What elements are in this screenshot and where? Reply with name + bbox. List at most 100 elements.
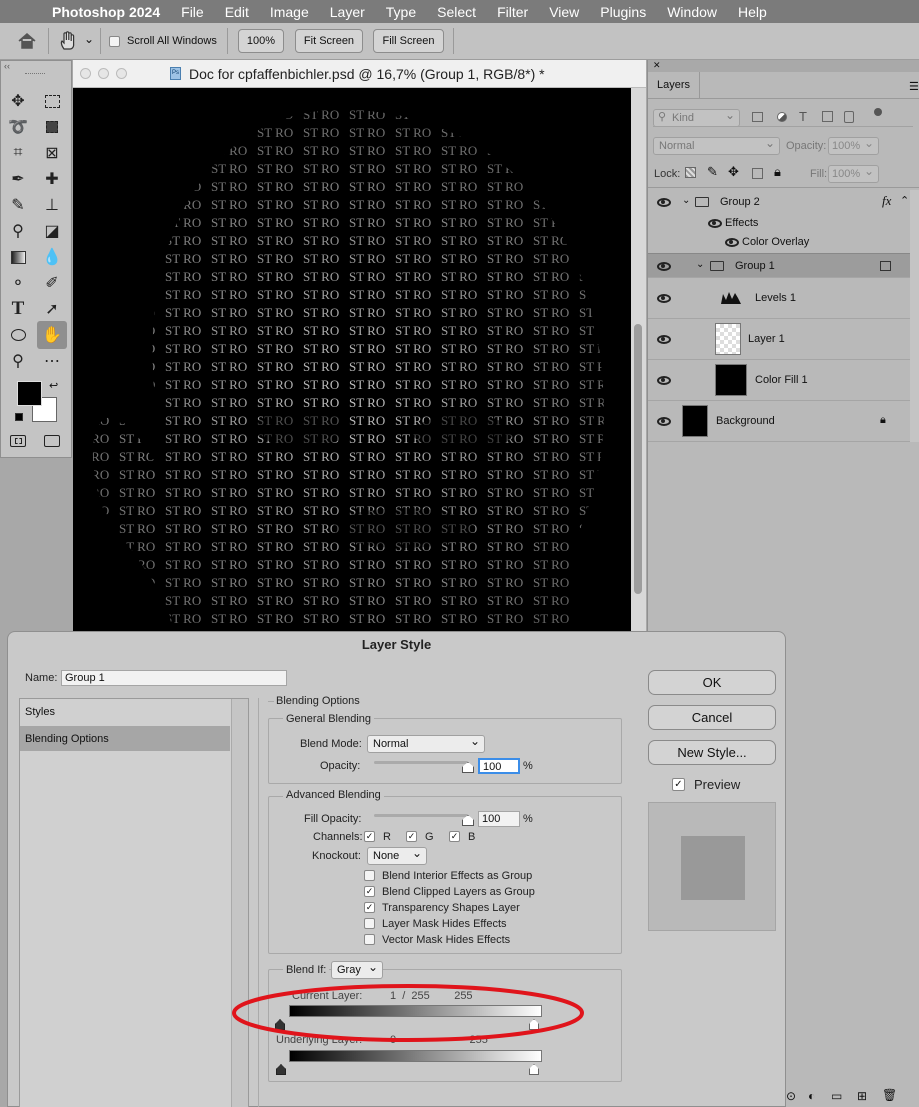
styles-list-item[interactable]: Styles: [20, 699, 230, 725]
swap-colors-icon[interactable]: ↩: [49, 379, 58, 392]
knockout-select[interactable]: None: [367, 845, 427, 865]
menu-help[interactable]: Help: [738, 4, 767, 20]
stamp-tool-icon[interactable]: ⊥: [40, 193, 64, 217]
menu-file[interactable]: File: [181, 4, 204, 20]
blend-interior-effects-checkbox[interactable]: [364, 870, 375, 881]
new-group-icon[interactable]: ▭: [831, 1089, 842, 1103]
tab-layers[interactable]: Layers: [648, 72, 700, 98]
blend-if-select[interactable]: Gray: [331, 959, 383, 979]
layer-row-layer-1[interactable]: Layer 1: [648, 319, 910, 360]
chevron-down-icon[interactable]: ⌄: [682, 195, 690, 206]
new-style-button[interactable]: New Style...: [648, 740, 776, 765]
menu-plugins[interactable]: Plugins: [600, 4, 646, 20]
visibility-eye-icon[interactable]: [657, 198, 671, 207]
minimize-window-icon[interactable]: [98, 68, 109, 79]
quick-mask-icon[interactable]: [6, 429, 30, 453]
blend-mode-select[interactable]: Normal: [367, 733, 485, 753]
menu-edit[interactable]: Edit: [225, 4, 249, 20]
lock-paint-icon[interactable]: ✎: [707, 164, 718, 180]
opacity-slider-track[interactable]: [374, 761, 468, 764]
history-brush-tool-icon[interactable]: ⚲: [6, 219, 30, 243]
layer-row-background[interactable]: Background 🔒︎: [648, 401, 910, 442]
layers-scrollbar[interactable]: [910, 190, 919, 442]
menu-select[interactable]: Select: [437, 4, 476, 20]
document-canvas[interactable]: ST RO: [73, 88, 631, 633]
layer-row-color-overlay[interactable]: Color Overlay: [648, 233, 910, 252]
opacity-input[interactable]: 100: [478, 758, 520, 774]
fx-icon[interactable]: fx: [882, 193, 891, 209]
layer-fill-field[interactable]: 100%: [828, 163, 879, 183]
transparency-shapes-checkbox[interactable]: ✓: [364, 902, 375, 913]
vector-mask-hides-effects-checkbox[interactable]: [364, 934, 375, 945]
ok-button[interactable]: OK: [648, 670, 776, 695]
visibility-eye-icon[interactable]: [708, 219, 722, 228]
zoom-tool-icon[interactable]: ⚲: [6, 349, 30, 373]
smart-object-filter-icon[interactable]: [844, 111, 854, 123]
zoom-100-button[interactable]: 100%: [238, 29, 284, 53]
lock-all-icon[interactable]: 🔒︎: [774, 164, 781, 180]
move-tool-icon[interactable]: ✥: [6, 89, 30, 113]
scrollbar-thumb[interactable]: [634, 324, 642, 594]
ellipse-tool-icon[interactable]: [6, 323, 30, 347]
menu-image[interactable]: Image: [270, 4, 309, 20]
visibility-eye-icon[interactable]: [657, 376, 671, 385]
layer-row-group-1-selected[interactable]: ⌄ Group 1: [648, 253, 910, 278]
layer-row-color-fill-1[interactable]: Color Fill 1: [648, 360, 910, 401]
eraser-tool-icon[interactable]: ◪: [40, 219, 64, 243]
layer-name-input[interactable]: Group 1: [61, 670, 287, 686]
fill-opacity-input[interactable]: 100: [478, 811, 520, 827]
type-filter-icon[interactable]: T: [799, 109, 807, 124]
document-vertical-scrollbar[interactable]: [631, 88, 646, 633]
fill-opacity-slider-track[interactable]: [374, 814, 468, 817]
home-icon[interactable]: [18, 33, 36, 49]
trash-icon[interactable]: 🗑︎: [882, 1088, 897, 1102]
preview-checkbox[interactable]: ✓: [672, 778, 685, 791]
layer-row-levels-1[interactable]: Levels 1: [648, 278, 910, 319]
visibility-eye-icon[interactable]: [657, 294, 671, 303]
marquee-tool-icon[interactable]: [40, 89, 64, 113]
gradient-tool-icon[interactable]: [6, 245, 30, 269]
styles-list-scrollbar[interactable]: [231, 699, 248, 1107]
shape-filter-icon[interactable]: [822, 111, 833, 122]
chevron-up-icon[interactable]: ⌃: [900, 194, 909, 207]
default-colors-icon[interactable]: [15, 413, 23, 421]
channel-r-checkbox[interactable]: ✓: [364, 831, 375, 842]
lock-transparent-icon[interactable]: [685, 167, 696, 178]
close-window-icon[interactable]: [80, 68, 91, 79]
layer-row-effects[interactable]: Effects: [648, 214, 910, 233]
adjustment-layer-icon[interactable]: ◐: [808, 1089, 815, 1103]
blur-tool-icon[interactable]: 💧: [40, 245, 64, 269]
app-name-menu[interactable]: Photoshop 2024: [52, 4, 160, 20]
pen-tool-icon[interactable]: ✐: [40, 271, 64, 295]
brush-tool-icon[interactable]: ✎: [6, 193, 30, 217]
dodge-tool-icon[interactable]: ⚬: [6, 271, 30, 295]
foreground-color-swatch-front[interactable]: [17, 381, 42, 406]
hand-tool-selected-icon[interactable]: ✋: [37, 321, 67, 349]
chevron-down-icon[interactable]: ⌄: [696, 259, 704, 270]
pixel-filter-icon[interactable]: [752, 112, 763, 122]
lock-position-icon[interactable]: ✥: [728, 164, 739, 180]
frame-tool-icon[interactable]: ⊠: [40, 141, 64, 165]
lasso-tool-icon[interactable]: ➰: [6, 115, 30, 139]
link-layers-icon[interactable]: ⊙: [786, 1089, 796, 1103]
panel-close-icon[interactable]: ✕: [648, 60, 919, 72]
blending-options-list-item[interactable]: Blending Options: [20, 726, 230, 751]
channel-g-checkbox[interactable]: ✓: [406, 831, 417, 842]
healing-brush-tool-icon[interactable]: ✚: [40, 167, 64, 191]
path-select-tool-icon[interactable]: ➚: [40, 297, 64, 321]
layer-opacity-field[interactable]: 100%: [828, 135, 879, 155]
cancel-button[interactable]: Cancel: [648, 705, 776, 730]
visibility-eye-icon[interactable]: [657, 335, 671, 344]
eyedropper-tool-icon[interactable]: ✒: [6, 167, 30, 191]
layer-row-group-2[interactable]: ⌄ Group 2 fx ⌃: [648, 190, 910, 214]
fill-screen-button[interactable]: Fill Screen: [373, 29, 444, 53]
type-tool-icon[interactable]: T: [6, 297, 30, 321]
hand-tool-icon[interactable]: [59, 31, 77, 51]
blend-mode-select[interactable]: Normal: [653, 135, 780, 155]
channel-b-checkbox[interactable]: ✓: [449, 831, 460, 842]
grip[interactable]: [25, 73, 45, 76]
menu-type[interactable]: Type: [386, 4, 416, 20]
crop-tool-icon[interactable]: ⌗: [6, 141, 30, 165]
panel-menu-icon[interactable]: ☰: [909, 80, 919, 93]
visibility-eye-icon[interactable]: [657, 417, 671, 426]
